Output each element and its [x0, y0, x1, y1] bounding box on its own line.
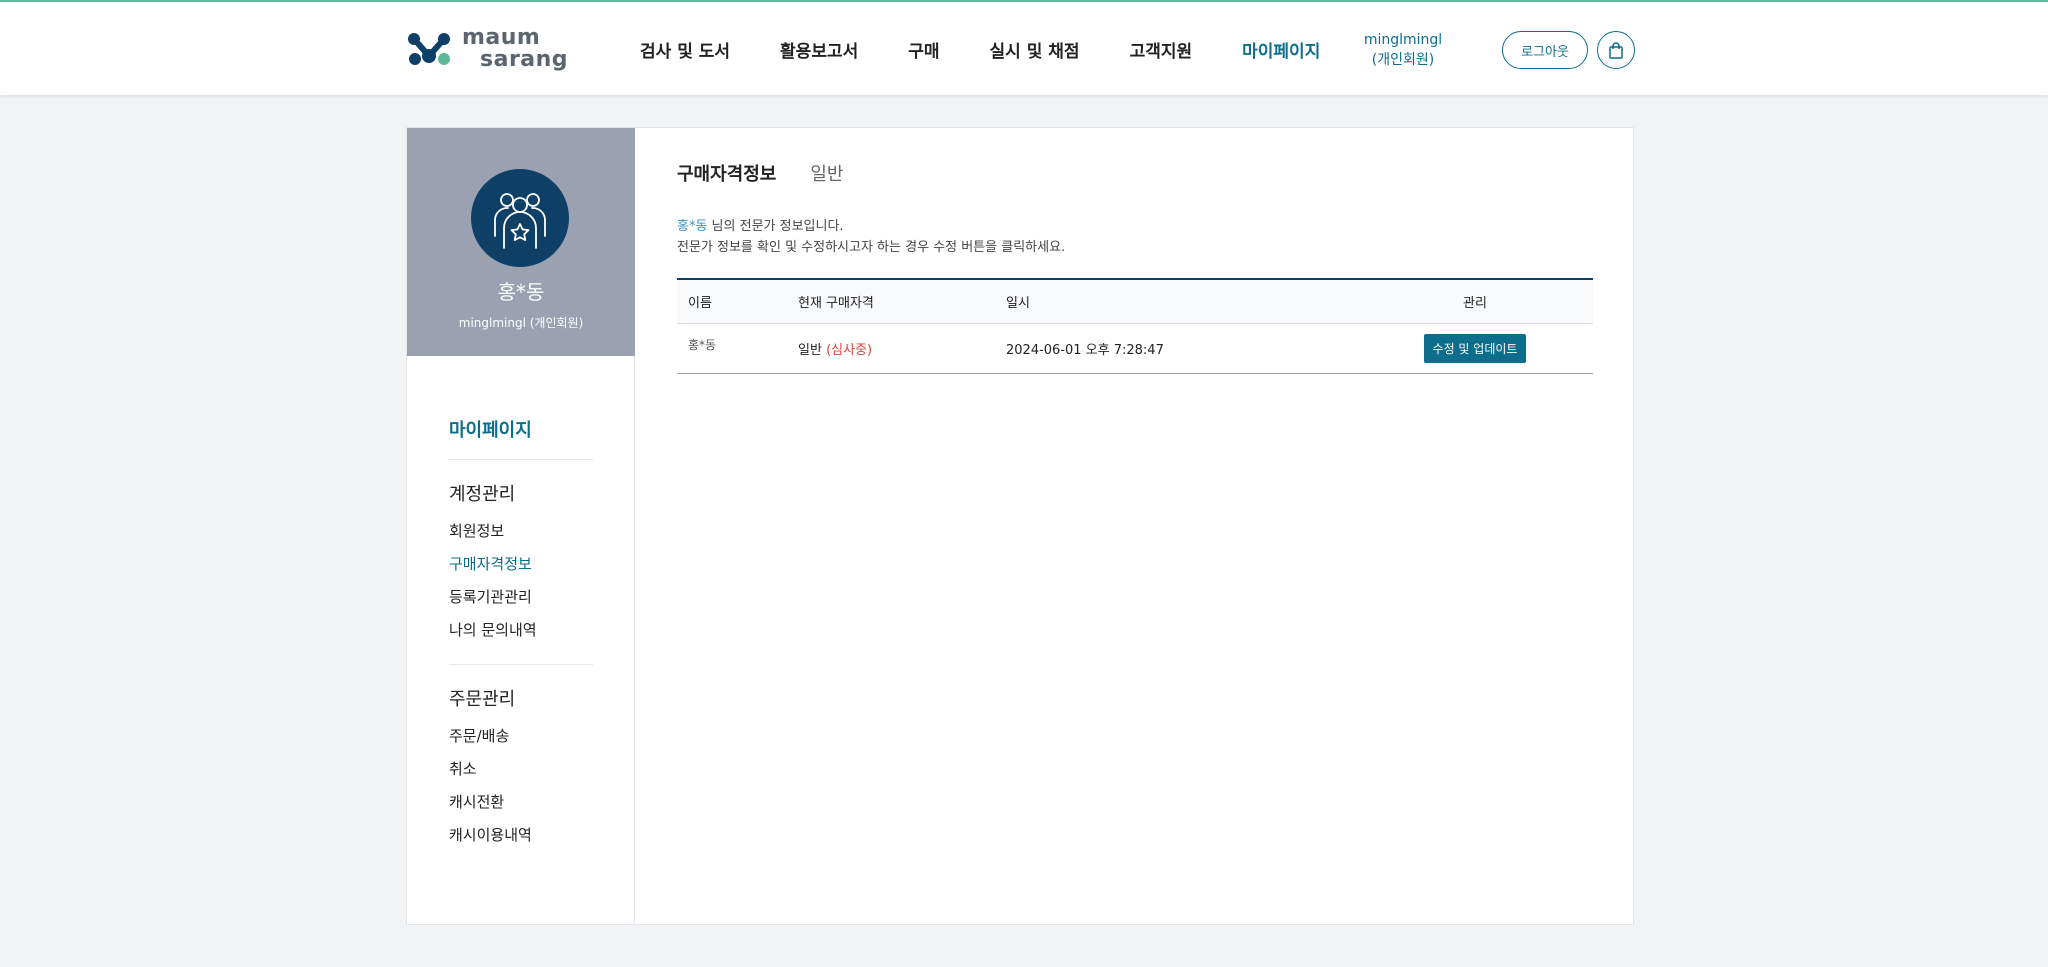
- avatar: [471, 169, 569, 267]
- maumsarang-logo[interactable]: maum sarang: [406, 27, 568, 71]
- cell-qualification: 일반 (심사중): [787, 323, 995, 373]
- qualification-value: 일반: [798, 342, 822, 358]
- logo-text: maum sarang: [462, 27, 568, 71]
- column-header-datetime: 일시: [1006, 295, 1030, 311]
- user-id: minglmingl: [1363, 32, 1443, 48]
- column-header-qualification: 현재 구매자격: [798, 295, 874, 311]
- sidebar: 홍*동 minglmingl (개인회원) 마이페이지 계정관리 회원정보 구매…: [407, 128, 635, 924]
- sidebar-item-purchase-qualification[interactable]: 구매자격정보: [449, 553, 593, 586]
- edit-update-button[interactable]: 수정 및 업데이트: [1423, 333, 1527, 363]
- sidebar-menu: 마이페이지 계정관리 회원정보 구매자격정보 등록기관관리 나의 문의내역 주문…: [449, 416, 593, 869]
- column-header-manage: 관리: [1463, 295, 1487, 311]
- menu-group-orders: 주문관리 주문/배송 취소 캐시전환 캐시이용내역: [449, 685, 593, 869]
- sidebar-item-member-info[interactable]: 회원정보: [449, 520, 593, 553]
- menu-title-mypage[interactable]: 마이페이지: [449, 416, 593, 460]
- description-line-2: 전문가 정보를 확인 및 수정하시고자 하는 경우 수정 버튼을 클릭하세요.: [677, 240, 1066, 255]
- menu-group-title: 계정관리: [449, 484, 516, 505]
- user-type: (개인회원): [1371, 52, 1435, 68]
- cell-datetime: 2024-06-01 오후 7:28:47: [1006, 342, 1164, 358]
- table-header-row: 이름 현재 구매자격 일시 관리: [677, 279, 1593, 323]
- logo-line-2: sarang: [480, 47, 569, 72]
- description-line-1: 홍*동 님의 전문가 정보입니다.: [677, 216, 1065, 237]
- highlight-name: 홍*동: [677, 219, 708, 234]
- sidebar-item-order-delivery[interactable]: 주문/배송: [449, 725, 593, 758]
- nav-mypage[interactable]: 마이페이지: [1242, 37, 1320, 62]
- tab-general[interactable]: 일반: [810, 160, 843, 186]
- nav-reports[interactable]: 활용보고서: [780, 37, 858, 62]
- nav-purchase[interactable]: 구매: [908, 37, 939, 62]
- shopping-bag-icon: [1609, 41, 1623, 59]
- mypage-container: 홍*동 minglmingl (개인회원) 마이페이지 계정관리 회원정보 구매…: [406, 127, 1634, 925]
- nav-tests-books[interactable]: 검사 및 도서: [640, 37, 730, 62]
- sidebar-item-cash-history[interactable]: 캐시이용내역: [449, 824, 593, 857]
- site-header: maum sarang 검사 및 도서 활용보고서 구매 실시 및 채점 고객지…: [0, 0, 2048, 95]
- logout-button[interactable]: 로그아웃: [1502, 31, 1588, 69]
- tab-purchase-qualification[interactable]: 구매자격정보: [677, 160, 776, 186]
- family-star-icon: [494, 193, 546, 249]
- menu-group-account: 계정관리 회원정보 구매자격정보 등록기관관리 나의 문의내역: [449, 480, 593, 665]
- table-row: 홍*동 일반 (심사중) 2024-06-01 오후 7:28:47 수정 및 …: [677, 323, 1593, 373]
- cart-button[interactable]: [1597, 31, 1635, 69]
- menu-group-title: 주문관리: [449, 689, 516, 710]
- profile-name: 홍*동: [497, 280, 545, 304]
- main-nav: 검사 및 도서 활용보고서 구매 실시 및 채점 고객지원 마이페이지: [640, 2, 1370, 97]
- status-badge: (심사중): [826, 342, 873, 358]
- sidebar-item-my-inquiries[interactable]: 나의 문의내역: [449, 619, 593, 652]
- column-header-name: 이름: [688, 295, 712, 311]
- profile-id: minglmingl (개인회원): [458, 316, 584, 330]
- logo-line-1: maum: [462, 25, 541, 50]
- cell-name-text: 홍*동: [688, 337, 717, 352]
- nav-support[interactable]: 고객지원: [1130, 37, 1193, 62]
- nav-conduct-scoring[interactable]: 실시 및 채점: [990, 37, 1080, 62]
- description: 홍*동 님의 전문가 정보입니다. 전문가 정보를 확인 및 수정하시고자 하는…: [677, 216, 1065, 258]
- tabs: 구매자격정보 일반: [677, 160, 877, 186]
- qualification-table: 이름 현재 구매자격 일시 관리 홍*동 일반 (심사중) 2024-06-01…: [677, 278, 1593, 374]
- cell-name: 홍*동: [677, 323, 787, 373]
- sidebar-item-institution-management[interactable]: 등록기관관리: [449, 586, 593, 619]
- sidebar-item-cancel[interactable]: 취소: [449, 758, 593, 791]
- logo-mark-icon: [408, 33, 450, 65]
- user-info[interactable]: minglmingl (개인회원): [1340, 30, 1466, 70]
- description-line-1-text: 님의 전문가 정보입니다.: [707, 219, 844, 234]
- profile-card: 홍*동 minglmingl (개인회원): [407, 128, 635, 356]
- cell-manage: 수정 및 업데이트: [1357, 323, 1593, 373]
- sidebar-item-cash-conversion[interactable]: 캐시전환: [449, 791, 593, 824]
